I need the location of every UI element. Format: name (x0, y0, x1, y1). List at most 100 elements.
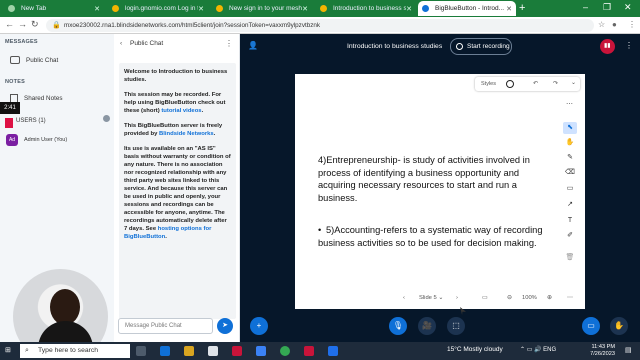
minimize-icon[interactable]: – (583, 2, 588, 12)
maximize-icon[interactable]: ❐ (603, 2, 611, 13)
file-explorer-icon[interactable] (184, 346, 194, 356)
slide-selector[interactable]: Slide 5 ⌄ (419, 295, 443, 301)
edge-browser-icon[interactable] (160, 346, 170, 356)
star-icon[interactable]: ☆ (598, 20, 605, 29)
office-icon[interactable] (232, 346, 242, 356)
opera-icon[interactable] (304, 346, 314, 356)
previous-slide-icon[interactable]: ‹ (403, 295, 405, 301)
user-list-item[interactable]: Ad Admin User (You) (6, 134, 67, 146)
tab-new-tab[interactable]: New Tab ✕ (4, 1, 104, 16)
chrome-icon[interactable] (280, 346, 290, 356)
more-dots-icon[interactable]: ⋯ (566, 100, 573, 108)
slide-bullet: • 5)Accounting-refers to a systematic way… (318, 224, 558, 249)
microphone-button[interactable]: 🎙 (389, 317, 407, 335)
clock-date: 7/26/2023 (590, 351, 615, 357)
close-icon[interactable]: ✕ (94, 5, 100, 13)
tab-label: New Tab (21, 5, 47, 12)
chevron-left-icon[interactable]: ‹ (120, 40, 122, 47)
search-placeholder: Type here to search (38, 347, 99, 354)
zoom-level: 100% (522, 295, 537, 301)
time-overlay-badge: 2:41 (0, 102, 20, 114)
tab-intro-business[interactable]: Introduction to business stu ✕ (316, 1, 416, 16)
raise-hand-button[interactable]: ✋ (610, 317, 628, 335)
action-bar: + 🎙 🎥 ⬚ ▭ ✋ (240, 312, 640, 342)
chat-bubble-icon (10, 56, 20, 64)
word-icon[interactable] (328, 346, 338, 356)
windows-start-icon[interactable]: ⊞ (5, 346, 11, 354)
arrow-tool-icon[interactable]: ↗ (563, 199, 577, 211)
search-icon: ⌕ (25, 347, 29, 354)
tab-gnomio-login[interactable]: login.gnomio.com Log in to ✕ (108, 1, 208, 16)
record-indicator-icon (5, 118, 13, 128)
whiteboard-toolbar: ⬉ ✋ ✎ ⌫ ▭ ↗ T ✐ 🗑 (563, 122, 579, 272)
presentation-toggle-button[interactable]: ▭ (582, 317, 600, 335)
note-tool-icon[interactable]: ✐ (563, 230, 577, 242)
taskbar-search-box[interactable]: ⌕ Type here to search (20, 344, 130, 358)
pan-tool-icon[interactable]: ✋ (563, 137, 577, 149)
rectangle-tool-icon[interactable]: ▭ (563, 183, 577, 195)
options-menu-icon[interactable]: ⋮ (625, 41, 633, 50)
weather-widget[interactable]: 15°C Mostly cloudy (447, 346, 503, 353)
tab-label: login.gnomio.com Log in to (125, 5, 199, 12)
chat-options-icon[interactable]: ⋮ (225, 39, 233, 48)
bbb-icon (422, 5, 429, 12)
back-arrow-icon[interactable]: ← (5, 19, 14, 29)
menu-dots-icon[interactable]: ⋮ (628, 20, 636, 29)
blindside-networks-link[interactable]: Blindside Networks (159, 131, 214, 137)
redo-icon[interactable]: ↷ (553, 80, 558, 87)
avatar: Ad (6, 134, 18, 146)
left-navigation: MESSAGES Public Chat NOTES Shared Notes … (0, 34, 114, 360)
chat-message-input[interactable]: Message Public Chat (118, 318, 213, 334)
select-tool-icon[interactable]: ⬉ (563, 122, 577, 134)
url-field[interactable]: 🔒 mxoe230002.rna1.blindsidenetworks.com/… (46, 19, 594, 32)
close-icon[interactable]: ✕ (198, 5, 204, 13)
notifications-icon[interactable]: ▤ (625, 346, 632, 354)
taskbar-clock[interactable]: 11:43 PM 7/26/2023 (575, 344, 615, 358)
text-tool-icon[interactable]: T (563, 215, 577, 227)
sidebar-item-public-chat[interactable]: Public Chat (10, 56, 58, 64)
tab-new-sign-in[interactable]: New sign in to your meshacl ✕ (212, 1, 312, 16)
presentation-slide[interactable]: Styles ↶ ↷ ⌄ ⋯ 4)Entrepreneurship- is st… (295, 74, 585, 309)
sidebar-item-label: Shared Notes (24, 95, 63, 102)
reload-icon[interactable]: ↻ (31, 19, 39, 30)
actions-plus-button[interactable]: + (250, 317, 268, 335)
users-toggle-icon[interactable]: 👤 (248, 41, 258, 50)
notice-text: . (165, 234, 167, 240)
store-icon[interactable] (208, 346, 218, 356)
pencil-tool-icon[interactable]: ✎ (563, 152, 577, 164)
chat-header[interactable]: ‹ Public Chat (120, 40, 163, 47)
tab-bigbluebutton[interactable]: BigBlueButton - Introd... ✕ (418, 1, 516, 16)
forward-arrow-icon[interactable]: → (18, 19, 27, 29)
signal-icon: ▮▮ (604, 43, 611, 49)
zoom-in-icon[interactable]: ⊕ (547, 295, 552, 301)
gear-icon[interactable] (103, 115, 110, 122)
close-icon[interactable]: ✕ (506, 5, 512, 13)
tutorial-videos-link[interactable]: tutorial videos (161, 108, 201, 114)
new-tab-button[interactable]: + (519, 2, 525, 14)
start-recording-button[interactable]: Start recording (450, 38, 512, 55)
task-view-icon[interactable] (136, 346, 146, 356)
undo-icon[interactable]: ↶ (533, 80, 538, 87)
delete-tool-icon[interactable]: 🗑 (563, 252, 577, 264)
close-icon[interactable]: ✕ (406, 5, 412, 13)
profile-icon[interactable]: ● (612, 20, 617, 29)
notice-text: . (213, 131, 216, 137)
styles-toolbar: Styles ↶ ↷ ⌄ (475, 77, 580, 91)
tab-label: New sign in to your meshacl (229, 5, 302, 12)
close-icon[interactable]: ✕ (302, 5, 308, 13)
camera-button[interactable]: 🎥 (418, 317, 436, 335)
system-tray-icons[interactable]: ⌃ ▭ 🔊 ENG (520, 346, 556, 353)
more-options-icon[interactable]: ⋯ (567, 295, 573, 301)
zoom-out-icon[interactable]: ⊖ (507, 295, 512, 301)
chat-title: Public Chat (129, 40, 164, 47)
eraser-tool-icon[interactable]: ⌫ (563, 167, 577, 179)
connection-status-icon[interactable]: ▮▮ (600, 39, 615, 54)
chevron-down-icon[interactable]: ⌄ (571, 79, 576, 86)
close-window-icon[interactable]: ✕ (624, 2, 632, 13)
color-picker-icon[interactable] (506, 80, 514, 88)
screen-share-button[interactable]: ⬚ (447, 317, 465, 335)
fit-to-width-icon[interactable]: ▭ (482, 295, 487, 301)
mail-icon[interactable] (256, 346, 266, 356)
send-button[interactable]: ➤ (217, 318, 233, 334)
next-slide-icon[interactable]: › (456, 295, 458, 301)
